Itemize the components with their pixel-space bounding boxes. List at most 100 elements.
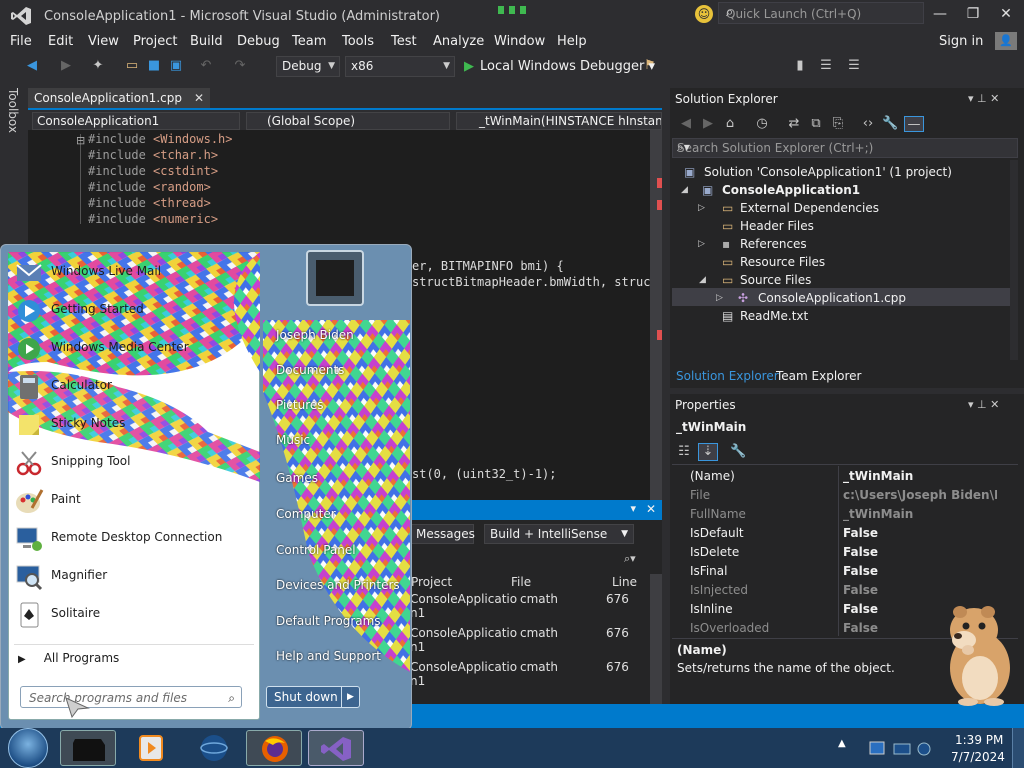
tree-item-solution[interactable]: Solution 'ConsoleApplication1' (1 projec…	[704, 165, 952, 179]
taskbar-app-cmd[interactable]	[60, 730, 116, 766]
start-item-computer[interactable]: Computer	[276, 507, 336, 521]
back-icon[interactable]: ◀	[678, 116, 694, 132]
start-item-pictures[interactable]: Pictures	[276, 398, 324, 412]
expand-arrow-icon[interactable]: ◢	[699, 275, 706, 285]
property-value[interactable]: _tWinMain	[843, 507, 997, 521]
solution-config-select[interactable]: Debug ▼	[276, 56, 340, 77]
start-item-devices-and-printers[interactable]: Devices and Printers	[276, 578, 400, 592]
menu-file[interactable]: File	[10, 34, 32, 49]
function-nav-select[interactable]: _tWinMain(HINSTANCE hInstanc	[456, 112, 662, 130]
history-icon[interactable]: ◷	[754, 116, 770, 132]
close-tab-icon[interactable]: ✕	[194, 91, 204, 105]
restore-button[interactable]: ❐	[958, 4, 988, 24]
clock-date[interactable]: 7/7/2024	[951, 750, 1005, 764]
menu-build[interactable]: Build	[190, 34, 223, 49]
property-name[interactable]: IsOverloaded	[690, 621, 769, 635]
start-item-games[interactable]: Games	[276, 471, 318, 485]
menu-team[interactable]: Team	[292, 34, 326, 49]
start-item-user[interactable]: Joseph Biden	[276, 328, 354, 342]
tree-item-references[interactable]: References	[740, 237, 807, 251]
menu-window[interactable]: Window	[494, 34, 545, 49]
tab-team-explorer[interactable]: Team Explorer	[776, 369, 862, 383]
property-value[interactable]: False	[843, 545, 997, 559]
solution-platform-select[interactable]: x86 ▼	[345, 56, 455, 77]
program-solitaire[interactable]: Solitaire	[51, 606, 100, 620]
tree-item-project[interactable]: ConsoleApplication1	[722, 183, 860, 197]
start-item-documents[interactable]: Documents	[276, 363, 344, 377]
property-value[interactable]: False	[843, 564, 997, 578]
start-item-control-panel[interactable]: Control Panel	[276, 543, 356, 557]
save-all-icon[interactable]: ▣	[168, 58, 184, 74]
taskbar-app-media-player[interactable]	[124, 730, 180, 766]
home-icon[interactable]: ⌂	[722, 116, 738, 132]
program-magnifier[interactable]: Magnifier	[51, 568, 107, 582]
tab-consoleapplication1-cpp[interactable]: ConsoleApplication1.cpp ✕	[28, 88, 210, 108]
forward-icon[interactable]: ▶	[700, 116, 716, 132]
expand-arrow-icon[interactable]: ▷	[698, 203, 705, 213]
column-header-project[interactable]: Project	[411, 575, 452, 589]
save-icon[interactable]: ■	[146, 58, 162, 74]
program-snipping-tool[interactable]: Snipping Tool	[51, 454, 130, 468]
collapse-all-icon[interactable]: ⧉	[808, 116, 824, 132]
minimize-button[interactable]: —	[925, 4, 955, 24]
taskbar-app-firefox[interactable]	[246, 730, 302, 766]
expand-arrow-icon[interactable]: ▷	[716, 293, 723, 303]
program-sticky-notes[interactable]: Sticky Notes	[51, 416, 125, 430]
program-windows-media-center[interactable]: Windows Media Center	[51, 340, 189, 354]
search-icon[interactable]: ⌕▾	[624, 552, 636, 566]
property-value[interactable]: False	[843, 526, 997, 540]
table-row[interactable]: ConsoleApplicatio	[410, 592, 517, 606]
navigate-back-icon[interactable]: ◀	[24, 58, 40, 74]
menu-view[interactable]: View	[88, 34, 119, 49]
project-nav-select[interactable]: ConsoleApplication1	[32, 112, 240, 130]
shut-down-button[interactable]: Shut down ▶	[266, 686, 360, 708]
close-icon[interactable]: ✕	[646, 502, 656, 516]
preview-selected-icon[interactable]: —	[904, 116, 924, 132]
redo-icon[interactable]: ↷	[232, 58, 248, 74]
scope-nav-select[interactable]: (Global Scope)	[246, 112, 450, 130]
menu-help[interactable]: Help	[557, 34, 587, 49]
property-name[interactable]: IsFinal	[690, 564, 727, 578]
close-button[interactable]: ✕	[991, 4, 1021, 24]
column-header-line[interactable]: Line	[612, 575, 637, 589]
property-name[interactable]: IsInjected	[690, 583, 748, 597]
error-list-scrollbar[interactable]	[650, 574, 662, 704]
user-account-icon[interactable]: 👤	[995, 32, 1017, 50]
tree-item-external-dependencies[interactable]: External Dependencies	[740, 201, 879, 215]
messages-filter-button[interactable]: Messages	[410, 524, 475, 544]
program-windows-live-mail[interactable]: Windows Live Mail	[51, 264, 161, 278]
property-name[interactable]: IsInline	[690, 602, 733, 616]
tree-item-consoleapplication1-cpp[interactable]: ConsoleApplication1.cpp	[758, 291, 906, 305]
comment-icon[interactable]: ☰	[846, 58, 862, 74]
chevron-right-icon[interactable]: ▶	[341, 687, 359, 707]
tree-item-readme[interactable]: ReadMe.txt	[740, 309, 808, 323]
property-value[interactable]: c:\Users\Joseph Biden\Docu	[843, 488, 997, 502]
taskbar-app-visual-studio[interactable]	[308, 730, 364, 766]
expand-arrow-icon[interactable]: ◢	[681, 185, 688, 195]
properties-wrench-icon[interactable]: 🔧	[882, 116, 898, 132]
start-item-default-programs[interactable]: Default Programs	[276, 614, 381, 628]
tray-expand-icon[interactable]: ▲	[838, 738, 846, 749]
menu-tools[interactable]: Tools	[342, 34, 374, 49]
table-row[interactable]: ConsoleApplicatio	[410, 660, 517, 674]
menu-test[interactable]: Test	[391, 34, 417, 49]
property-name[interactable]: (Name)	[690, 469, 735, 483]
solution-search-input[interactable]: Search Solution Explorer (Ctrl+;) ⌕▾	[672, 138, 1018, 158]
menu-debug[interactable]: Debug	[237, 34, 280, 49]
start-search-input[interactable]: Search programs and files ⌕	[20, 686, 242, 708]
navigate-forward-icon[interactable]: ▶	[58, 58, 74, 74]
property-value[interactable]: False	[843, 583, 997, 597]
tree-item-resource-files[interactable]: Resource Files	[740, 255, 825, 269]
table-row[interactable]: ConsoleApplicatio	[410, 626, 517, 640]
expand-arrow-icon[interactable]: ▷	[698, 239, 705, 249]
tree-item-header-files[interactable]: Header Files	[740, 219, 814, 233]
menu-analyze[interactable]: Analyze	[433, 34, 484, 49]
program-paint[interactable]: Paint	[51, 492, 81, 506]
view-code-icon[interactable]: ‹›	[860, 116, 876, 132]
panel-options-icon[interactable]: ▾ ⊥ ✕	[968, 92, 999, 105]
property-name[interactable]: FullName	[690, 507, 746, 521]
all-programs-button[interactable]: ▶ All Programs	[18, 651, 119, 665]
program-calculator[interactable]: Calculator	[51, 378, 112, 392]
indent-icon[interactable]: ☰	[818, 58, 834, 74]
start-button[interactable]	[8, 728, 48, 768]
